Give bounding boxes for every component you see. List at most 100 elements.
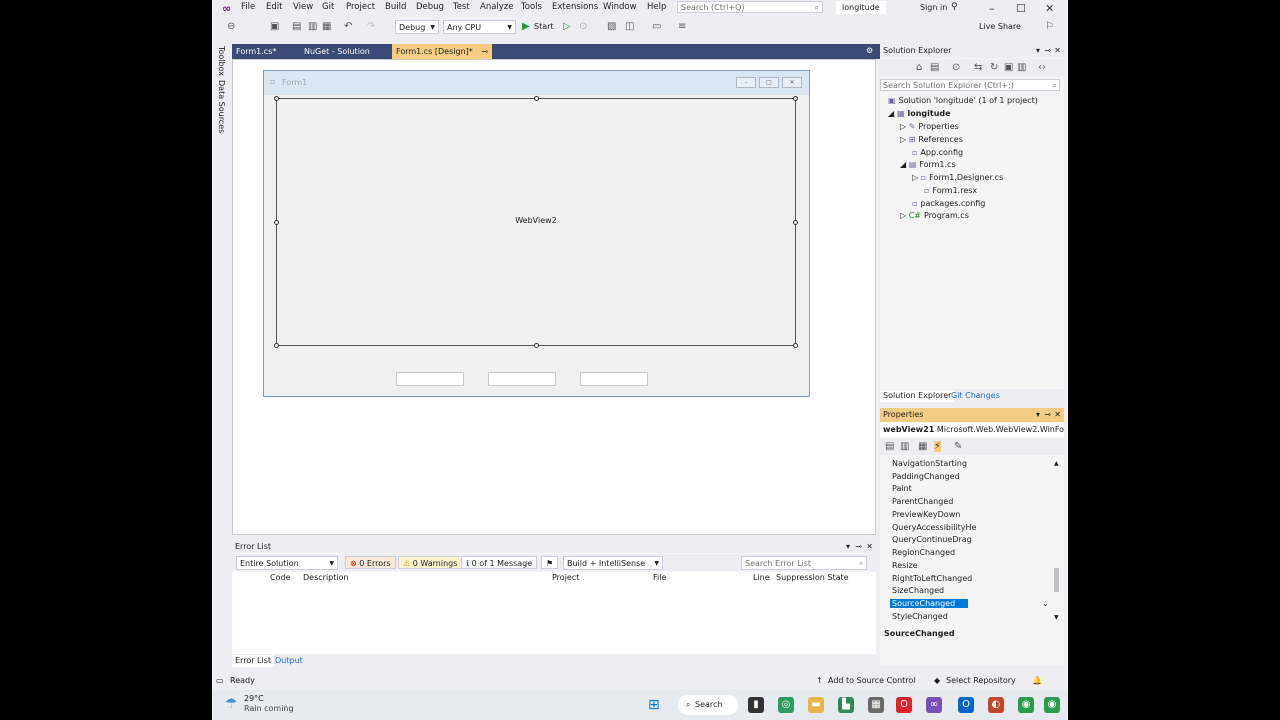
new-project-icon[interactable]: ▣: [270, 21, 279, 32]
property-row[interactable]: RightToLeftChanged: [892, 574, 972, 583]
layout-icon[interactable]: ▭: [652, 21, 661, 32]
account-icon[interactable]: ⚲: [951, 2, 958, 12]
save-icon[interactable]: ▥: [308, 21, 317, 32]
form-button-3[interactable]: [580, 372, 648, 386]
toolbar-tool-icon[interactable]: ◫: [625, 21, 634, 32]
show-all-icon[interactable]: ▥: [1017, 62, 1026, 73]
visual-studio-icon[interactable]: ∞: [926, 697, 942, 713]
form1-window[interactable]: ▫ Form1 – □ ✕ WebView2: [263, 70, 810, 397]
chevron-down-icon[interactable]: ⌄: [1042, 599, 1049, 608]
tree-item-form1-cs[interactable]: ◢ ▤ Form1.cs: [900, 160, 956, 169]
start-icon[interactable]: ▶: [522, 21, 530, 32]
start-without-debug-icon[interactable]: ▷: [563, 21, 571, 32]
property-row[interactable]: ParentChanged: [892, 497, 953, 506]
menu-tools[interactable]: Tools: [521, 2, 542, 12]
property-row[interactable]: QueryAccessibilityHe: [892, 523, 976, 532]
tree-item-packages-config[interactable]: ▫ packages.config: [912, 199, 985, 208]
tree-item-properties[interactable]: ▷ ✎ Properties: [900, 122, 959, 131]
resize-handle[interactable]: [534, 343, 539, 348]
scope-select[interactable]: Entire Solution ▼: [236, 556, 338, 570]
errors-filter-button[interactable]: ⊗ 0 Errors: [345, 556, 396, 569]
data-sources-tab[interactable]: Data Sources: [217, 80, 226, 133]
close-icon[interactable]: ✕: [866, 540, 873, 553]
property-row[interactable]: RegionChanged: [892, 548, 955, 557]
menu-test[interactable]: Test: [453, 2, 470, 12]
tab-form1-cs[interactable]: Form1.cs*: [232, 44, 302, 59]
live-share-button[interactable]: Live Share: [979, 22, 1021, 31]
solution-explorer-search-input[interactable]: Search Solution Explorer (Ctrl+;) ⌕: [880, 79, 1060, 91]
scroll-up-icon[interactable]: ▲: [1054, 460, 1059, 467]
menu-git[interactable]: Git: [322, 2, 334, 12]
resize-handle[interactable]: [274, 343, 279, 348]
dropdown-icon[interactable]: ▾: [1036, 408, 1040, 422]
tab-error-list[interactable]: Error List: [232, 655, 275, 667]
tree-item-solution[interactable]: ▣ Solution 'longitude' (1 of 1 project): [888, 96, 1038, 105]
property-row[interactable]: QueryContinueDrag: [892, 535, 972, 544]
tree-item-program-cs[interactable]: ▷ C# Program.cs: [900, 211, 969, 220]
undo-icon[interactable]: ↶: [344, 21, 352, 32]
open-icon[interactable]: ▤: [292, 21, 301, 32]
search-input[interactable]: Search (Ctrl+Q) ⌕: [677, 1, 823, 13]
tab-nuget-solution[interactable]: NuGet - Solution: [300, 44, 388, 59]
alphabetical-icon[interactable]: ▥: [900, 441, 909, 452]
property-row[interactable]: Paint: [892, 484, 912, 493]
tab-output[interactable]: Output: [272, 655, 306, 667]
menu-file[interactable]: File: [241, 2, 255, 12]
chrome-icon[interactable]: ◉: [1018, 697, 1034, 713]
menu-build[interactable]: Build: [385, 2, 406, 12]
resize-handle[interactable]: [793, 343, 798, 348]
tree-item-app-config[interactable]: ▫ App.config: [912, 148, 963, 157]
switch-views-icon[interactable]: ▤: [930, 62, 939, 73]
resize-handle[interactable]: [274, 96, 279, 101]
app-icon[interactable]: ▙: [838, 697, 854, 713]
outlook-icon[interactable]: O: [958, 697, 974, 713]
resize-handle[interactable]: [793, 220, 798, 225]
opera-icon[interactable]: O: [896, 697, 912, 713]
menu-analyze[interactable]: Analyze: [480, 2, 514, 12]
tree-item-project[interactable]: ◢ ▦ longitude: [888, 109, 951, 118]
menu-project[interactable]: Project: [346, 2, 375, 12]
code-icon[interactable]: ‹›: [1038, 62, 1046, 73]
home-icon[interactable]: ⌂: [916, 62, 922, 73]
start-button[interactable]: Start: [534, 22, 554, 31]
redo-icon[interactable]: ↷: [367, 21, 375, 32]
close-icon[interactable]: ✕: [1054, 408, 1061, 422]
tab-git-changes[interactable]: Git Changes: [948, 390, 1003, 402]
tab-form1-design[interactable]: Form1.cs [Design]* ⊸ ✕: [392, 44, 492, 71]
property-row[interactable]: PaddingChanged: [892, 472, 960, 481]
column-code[interactable]: Code: [270, 573, 290, 582]
tab-pin-icon[interactable]: ⊸: [481, 47, 488, 56]
resize-handle[interactable]: [793, 96, 798, 101]
tab-solution-explorer[interactable]: Solution Explorer: [880, 390, 955, 402]
error-list-search-input[interactable]: Search Error List ⌕: [741, 556, 867, 570]
hot-reload-icon[interactable]: ⊙: [579, 21, 587, 32]
form-button-2[interactable]: [488, 372, 556, 386]
taskbar-search[interactable]: ⌕ Search: [678, 695, 738, 715]
filter-icon[interactable]: ⚑: [541, 556, 559, 569]
maximize-icon[interactable]: ☐: [1016, 2, 1026, 15]
resize-handle[interactable]: [274, 220, 279, 225]
collapse-icon[interactable]: ▣: [1004, 62, 1013, 73]
align-icon[interactable]: ≡: [678, 21, 686, 32]
feedback-icon[interactable]: ⚐: [1045, 21, 1054, 32]
column-file[interactable]: File: [653, 573, 666, 582]
form-button-1[interactable]: [396, 372, 464, 386]
edge-icon[interactable]: ◎: [778, 697, 794, 713]
property-row[interactable]: PreviewKeyDown: [892, 510, 960, 519]
history-icon[interactable]: ⊙: [952, 62, 960, 73]
properties-icon[interactable]: ▦: [918, 441, 927, 452]
app-icon[interactable]: ▦: [868, 697, 884, 713]
property-pages-icon[interactable]: ✎: [954, 441, 962, 452]
warnings-filter-button[interactable]: ⚠ 0 Warnings: [398, 556, 463, 569]
weather-icon[interactable]: ☂: [225, 696, 238, 712]
menu-debug[interactable]: Debug: [416, 2, 444, 12]
pin-icon[interactable]: ⊸: [1044, 408, 1051, 422]
property-row[interactable]: SizeChanged: [892, 586, 944, 595]
task-view-icon[interactable]: ▮: [748, 697, 764, 713]
menu-help[interactable]: Help: [647, 2, 666, 12]
add-to-source-control-button[interactable]: Add to Source Control: [828, 672, 916, 690]
sync-icon[interactable]: ⇆: [974, 62, 982, 73]
property-row[interactable]: Resize: [892, 561, 918, 570]
app-icon[interactable]: ◐: [988, 697, 1004, 713]
column-project[interactable]: Project: [552, 573, 579, 582]
